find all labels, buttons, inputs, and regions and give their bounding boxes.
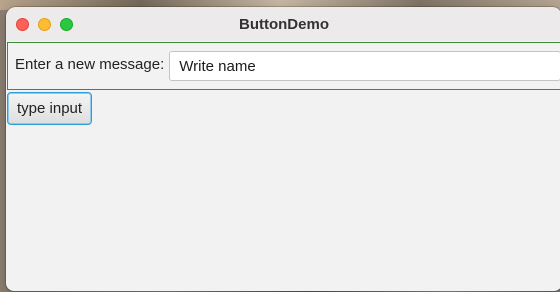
message-prompt-label: Enter a new message: (15, 55, 165, 73)
window-title: ButtonDemo (239, 15, 329, 33)
close-window-icon[interactable] (16, 18, 29, 31)
message-input-row: Enter a new message: (7, 42, 560, 90)
message-input[interactable] (169, 51, 560, 81)
title-bar[interactable]: ButtonDemo (6, 7, 560, 41)
maximize-window-icon[interactable] (60, 18, 73, 31)
type-input-button[interactable]: type input (7, 92, 93, 125)
window-controls (16, 18, 73, 31)
app-window: ButtonDemo Enter a new message: type inp… (6, 7, 560, 291)
minimize-window-icon[interactable] (38, 18, 51, 31)
